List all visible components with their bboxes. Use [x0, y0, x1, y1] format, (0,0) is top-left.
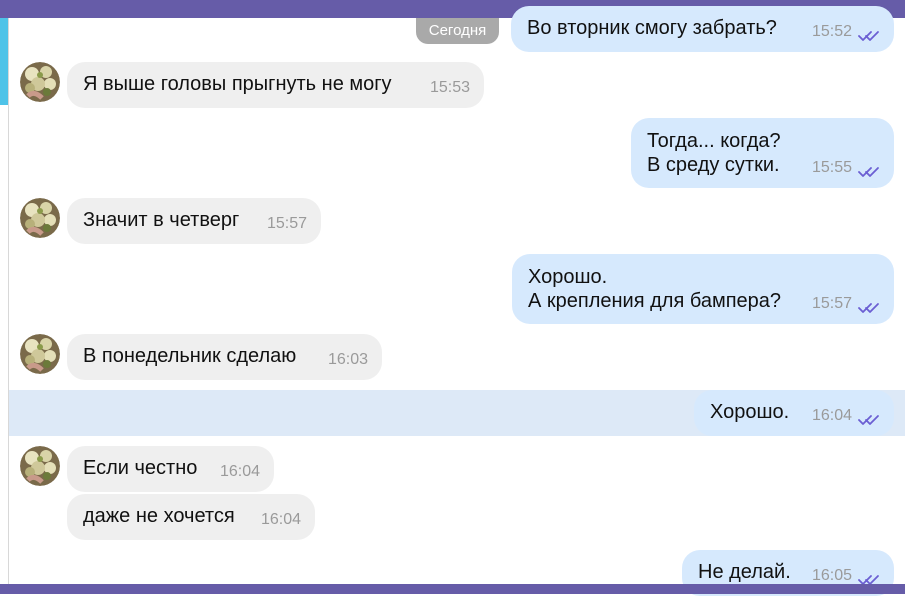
message-meta: 16:04 [220, 460, 260, 484]
incoming-message[interactable]: даже не хочется 16:04 [67, 494, 315, 540]
read-double-check-icon [858, 410, 880, 425]
contact-avatar[interactable] [20, 334, 60, 374]
outgoing-message[interactable]: Во вторник смогу забрать? 15:52 [511, 6, 894, 52]
bottom-bar [0, 584, 905, 594]
contact-avatar[interactable] [20, 62, 60, 102]
message-time: 16:04 [811, 407, 852, 424]
side-accent-strip [0, 18, 8, 105]
date-separator: Сегодня [416, 18, 499, 44]
outgoing-message[interactable]: Хорошо. А крепления для бампера? 15:57 [512, 254, 894, 324]
panel-divider [8, 18, 9, 584]
message-meta: 15:57 [812, 292, 880, 316]
read-double-check-icon [858, 570, 880, 585]
incoming-message[interactable]: Я выше головы прыгнуть не могу 15:53 [67, 62, 484, 108]
message-time: 15:57 [811, 295, 852, 312]
contact-avatar[interactable] [20, 446, 60, 486]
read-double-check-icon [858, 298, 880, 313]
read-double-check-icon [858, 26, 880, 41]
message-meta: 16:04 [812, 404, 880, 428]
message-meta: 15:53 [430, 76, 470, 100]
message-time: 15:57 [266, 215, 307, 232]
message-time: 15:53 [429, 79, 470, 96]
message-time: 15:52 [811, 23, 852, 40]
message-meta: 15:57 [267, 212, 307, 236]
message-meta: 16:03 [328, 348, 368, 372]
contact-avatar[interactable] [20, 198, 60, 238]
message-meta: 15:52 [812, 20, 880, 44]
message-meta: 16:04 [261, 508, 301, 532]
message-meta: 15:55 [812, 156, 880, 180]
message-time: 16:03 [327, 351, 368, 368]
message-text: Хорошо. [528, 266, 608, 288]
message-text: Я выше головы прыгнуть не могу [83, 73, 392, 95]
read-double-check-icon [858, 162, 880, 177]
message-time: 16:04 [219, 463, 260, 480]
message-text: Тогда... когда? [647, 130, 781, 152]
message-time: 16:04 [260, 511, 301, 528]
incoming-message[interactable]: В понедельник сделаю 16:03 [67, 334, 382, 380]
message-time: 15:55 [811, 159, 852, 176]
outgoing-message[interactable]: Хорошо. 16:04 [694, 390, 894, 436]
outgoing-message[interactable]: Тогда... когда? В среду сутки. 15:55 [631, 118, 894, 188]
incoming-message[interactable]: Значит в четверг 15:57 [67, 198, 321, 244]
incoming-message[interactable]: Если честно 16:04 [67, 446, 274, 492]
message-text: В понедельник сделаю [83, 345, 297, 367]
